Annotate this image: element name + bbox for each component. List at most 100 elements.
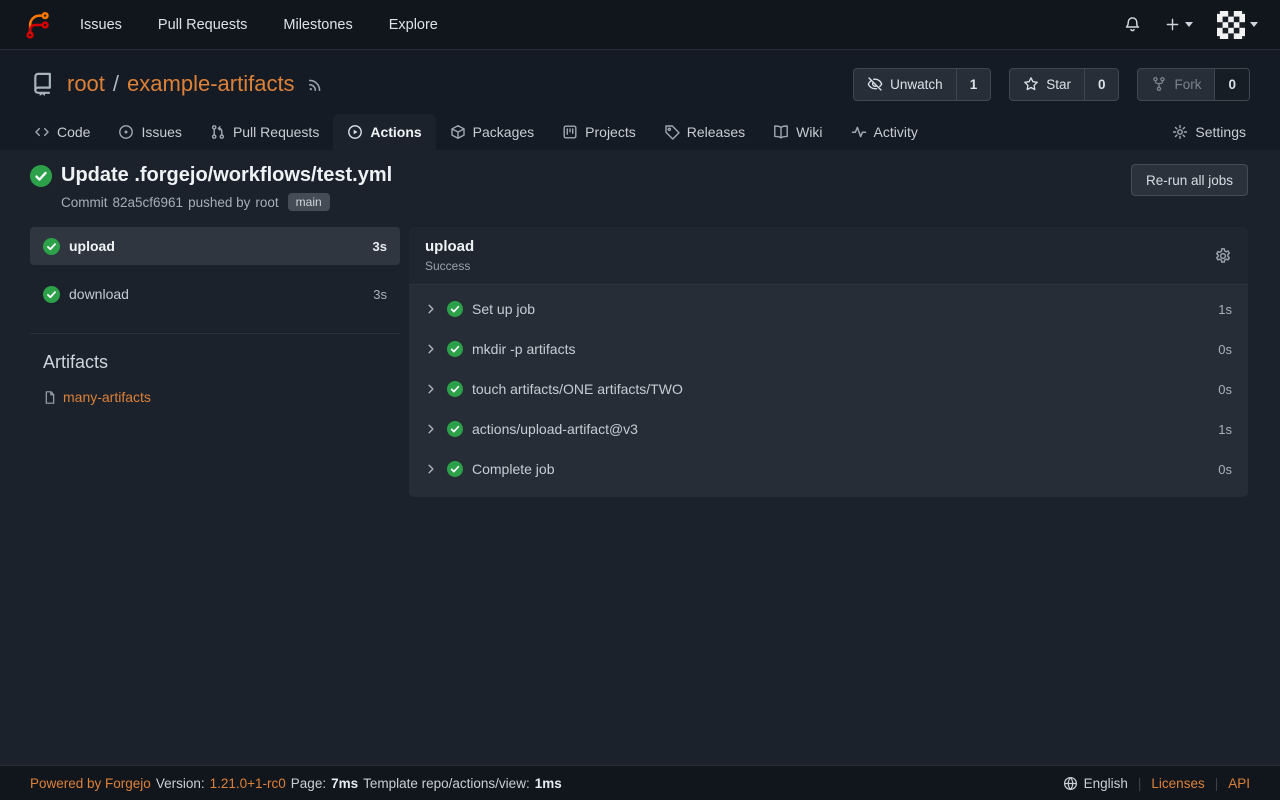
- nav-issues[interactable]: Issues: [80, 17, 122, 33]
- eye-slash-icon: [867, 76, 883, 92]
- step-duration: 1s: [1218, 302, 1232, 317]
- settings-tools-icon: [1172, 124, 1188, 140]
- step-duration: 0s: [1218, 462, 1232, 477]
- commit-author-link[interactable]: root: [255, 195, 278, 210]
- bell-icon: [1124, 16, 1141, 33]
- licenses-link[interactable]: Licenses: [1151, 776, 1204, 791]
- rerun-all-jobs-button[interactable]: Re-run all jobs: [1131, 164, 1248, 196]
- fork-button[interactable]: Fork: [1138, 69, 1214, 100]
- chevron-right-icon: [425, 463, 437, 475]
- job-steps-list: Set up job 1s mkdir -p artifacts 0s: [409, 285, 1248, 497]
- check-circle-icon: [43, 286, 60, 303]
- pulse-icon: [851, 124, 867, 140]
- unwatch-label: Unwatch: [890, 77, 943, 92]
- version-link[interactable]: 1.21.0+1-rc0: [210, 776, 286, 791]
- page-render-time: 7ms: [331, 776, 358, 791]
- tab-code[interactable]: Code: [20, 114, 104, 150]
- job-item-upload[interactable]: upload 3s: [30, 227, 400, 265]
- create-new-button[interactable]: [1165, 17, 1193, 32]
- star-button-group: Star 0: [1009, 68, 1119, 101]
- step-duration: 0s: [1218, 342, 1232, 357]
- job-duration: 3s: [373, 239, 387, 254]
- fork-label: Fork: [1174, 77, 1201, 92]
- forks-count[interactable]: 0: [1214, 69, 1249, 100]
- repo-book-icon: [30, 71, 55, 98]
- chevron-right-icon: [425, 423, 437, 435]
- rss-icon[interactable]: [307, 76, 324, 93]
- navbar-links: Issues Pull Requests Milestones Explore: [80, 17, 438, 33]
- job-detail-header: upload Success: [409, 227, 1248, 285]
- repo-name-link[interactable]: example-artifacts: [127, 71, 295, 97]
- nav-explore[interactable]: Explore: [389, 17, 438, 33]
- gear-icon[interactable]: [1214, 247, 1232, 265]
- step-row-complete[interactable]: Complete job 0s: [409, 449, 1248, 489]
- issue-circle-icon: [118, 124, 134, 140]
- job-detail-status: Success: [425, 259, 474, 273]
- tab-actions[interactable]: Actions: [333, 114, 435, 150]
- step-row-touch[interactable]: touch artifacts/ONE artifacts/TWO 0s: [409, 369, 1248, 409]
- step-row-upload-artifact[interactable]: actions/upload-artifact@v3 1s: [409, 409, 1248, 449]
- step-duration: 0s: [1218, 382, 1232, 397]
- tab-issues[interactable]: Issues: [104, 114, 195, 150]
- tab-pull-requests[interactable]: Pull Requests: [196, 114, 333, 150]
- tab-releases[interactable]: Releases: [650, 114, 759, 150]
- check-circle-icon: [447, 301, 463, 317]
- repo-header: root / example-artifacts: [0, 50, 1280, 150]
- watchers-count[interactable]: 1: [956, 69, 991, 100]
- powered-by-link[interactable]: Powered by Forgejo: [30, 776, 151, 791]
- tab-settings[interactable]: Settings: [1158, 114, 1260, 150]
- tab-projects[interactable]: Projects: [548, 114, 650, 150]
- check-circle-icon: [447, 341, 463, 357]
- job-item-download[interactable]: download 3s: [30, 275, 400, 313]
- check-circle-icon: [447, 381, 463, 397]
- repo-separator: /: [113, 71, 119, 97]
- job-detail-name: upload: [425, 238, 474, 255]
- tab-wiki[interactable]: Wiki: [759, 114, 836, 150]
- notifications-button[interactable]: [1124, 16, 1141, 33]
- commit-line: Commit 82a5cf6961 pushed by root main: [61, 193, 392, 211]
- tab-packages[interactable]: Packages: [436, 114, 548, 150]
- git-pull-request-icon: [210, 124, 226, 140]
- repo-title: root / example-artifacts: [67, 71, 295, 97]
- step-row-setup[interactable]: Set up job 1s: [409, 289, 1248, 329]
- star-button[interactable]: Star: [1010, 69, 1084, 100]
- api-link[interactable]: API: [1228, 776, 1250, 791]
- globe-icon: [1063, 776, 1078, 791]
- forgejo-logo[interactable]: [22, 10, 52, 40]
- star-label: Star: [1046, 77, 1071, 92]
- language-menu[interactable]: English: [1063, 776, 1128, 791]
- actions-run-view: Update .forgejo/workflows/test.yml Commi…: [0, 150, 1280, 497]
- stars-count[interactable]: 0: [1084, 69, 1119, 100]
- chevron-right-icon: [425, 303, 437, 315]
- tab-activity[interactable]: Activity: [837, 114, 932, 150]
- commit-sha-link[interactable]: 82a5cf6961: [113, 195, 184, 210]
- repo-tabs: Code Issues Pull Requests Actions: [0, 106, 1280, 150]
- git-fork-icon: [1151, 76, 1167, 92]
- star-icon: [1023, 76, 1039, 92]
- branch-badge[interactable]: main: [288, 193, 330, 211]
- repo-action-buttons: Unwatch 1 Star 0: [853, 68, 1250, 101]
- repo-owner-link[interactable]: root: [67, 71, 105, 97]
- artifact-link-many-artifacts[interactable]: many-artifacts: [30, 389, 400, 405]
- navbar-right: [1124, 11, 1258, 39]
- run-status-success-icon: [30, 165, 52, 187]
- top-navbar: Issues Pull Requests Milestones Explore: [0, 0, 1280, 50]
- chevron-down-icon: [1185, 22, 1193, 27]
- page-footer: Powered by Forgejo Version: 1.21.0+1-rc0…: [0, 765, 1280, 800]
- avatar-identicon: [1217, 11, 1245, 39]
- check-circle-icon: [43, 238, 60, 255]
- account-menu-button[interactable]: [1217, 11, 1258, 39]
- book-open-icon: [773, 124, 789, 140]
- tag-icon: [664, 124, 680, 140]
- package-icon: [450, 124, 466, 140]
- nav-pull-requests[interactable]: Pull Requests: [158, 17, 247, 33]
- template-render-time: 1ms: [535, 776, 562, 791]
- file-icon: [43, 390, 57, 405]
- check-circle-icon: [447, 421, 463, 437]
- jobs-sidebar: upload 3s download 3s Artifacts many-art…: [30, 227, 400, 497]
- job-detail-panel: upload Success: [409, 227, 1248, 497]
- step-duration: 1s: [1218, 422, 1232, 437]
- unwatch-button[interactable]: Unwatch: [854, 69, 956, 100]
- step-row-mkdir[interactable]: mkdir -p artifacts 0s: [409, 329, 1248, 369]
- nav-milestones[interactable]: Milestones: [283, 17, 352, 33]
